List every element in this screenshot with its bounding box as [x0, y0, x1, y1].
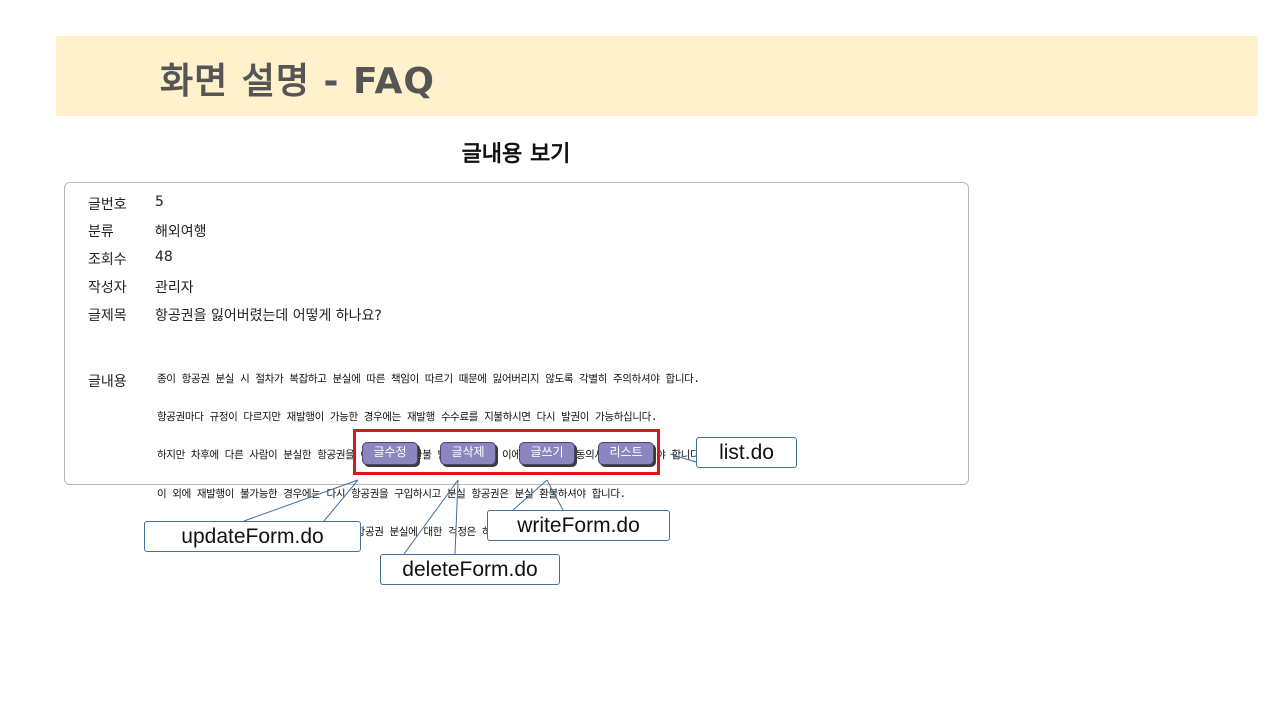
callout-write: writeForm.do [487, 510, 670, 541]
button-group-highlight: 글수정 글삭제 글쓰기 리스트 [353, 429, 660, 475]
content-line: 항공권마다 규정이 다르지만 재발행이 가능한 경우에는 재발행 수수료를 지불… [157, 410, 657, 423]
field-value-author: 관리자 [155, 280, 194, 296]
field-value-views: 48 [155, 249, 173, 265]
field-label-author: 작성자 [88, 280, 127, 296]
field-label-content: 글내용 [88, 374, 127, 390]
field-value-subject: 항공권을 잃어버렸는데 어떻게 하나요? [155, 308, 382, 324]
field-label-views: 조회수 [88, 252, 127, 268]
field-label-category: 분류 [88, 224, 114, 240]
field-value-post-number: 5 [155, 194, 164, 210]
content-line: 종이 항공권 분실 시 절차가 복잡하고 분실에 따른 책임이 따르기 때문에 … [157, 372, 700, 385]
title-banner: 화면 설명 - FAQ [56, 36, 1258, 116]
callout-delete: deleteForm.do [380, 554, 560, 585]
update-button[interactable]: 글수정 [362, 442, 418, 465]
content-line: 이 외에 재발행이 불가능한 경우에는 다시 항공권을 구입하시고 분실 항공권… [157, 487, 626, 500]
field-label-subject: 글제목 [88, 308, 127, 324]
page-title: 화면 설명 - FAQ [160, 61, 435, 102]
write-button[interactable]: 글쓰기 [519, 442, 575, 465]
view-heading: 글내용 보기 [461, 142, 571, 167]
callout-update: updateForm.do [144, 521, 361, 552]
callout-list: list.do [696, 437, 797, 468]
delete-button[interactable]: 글삭제 [440, 442, 496, 465]
field-label-post-number: 글번호 [88, 197, 127, 213]
list-button[interactable]: 리스트 [598, 442, 654, 465]
field-value-category: 해외여행 [155, 224, 207, 240]
